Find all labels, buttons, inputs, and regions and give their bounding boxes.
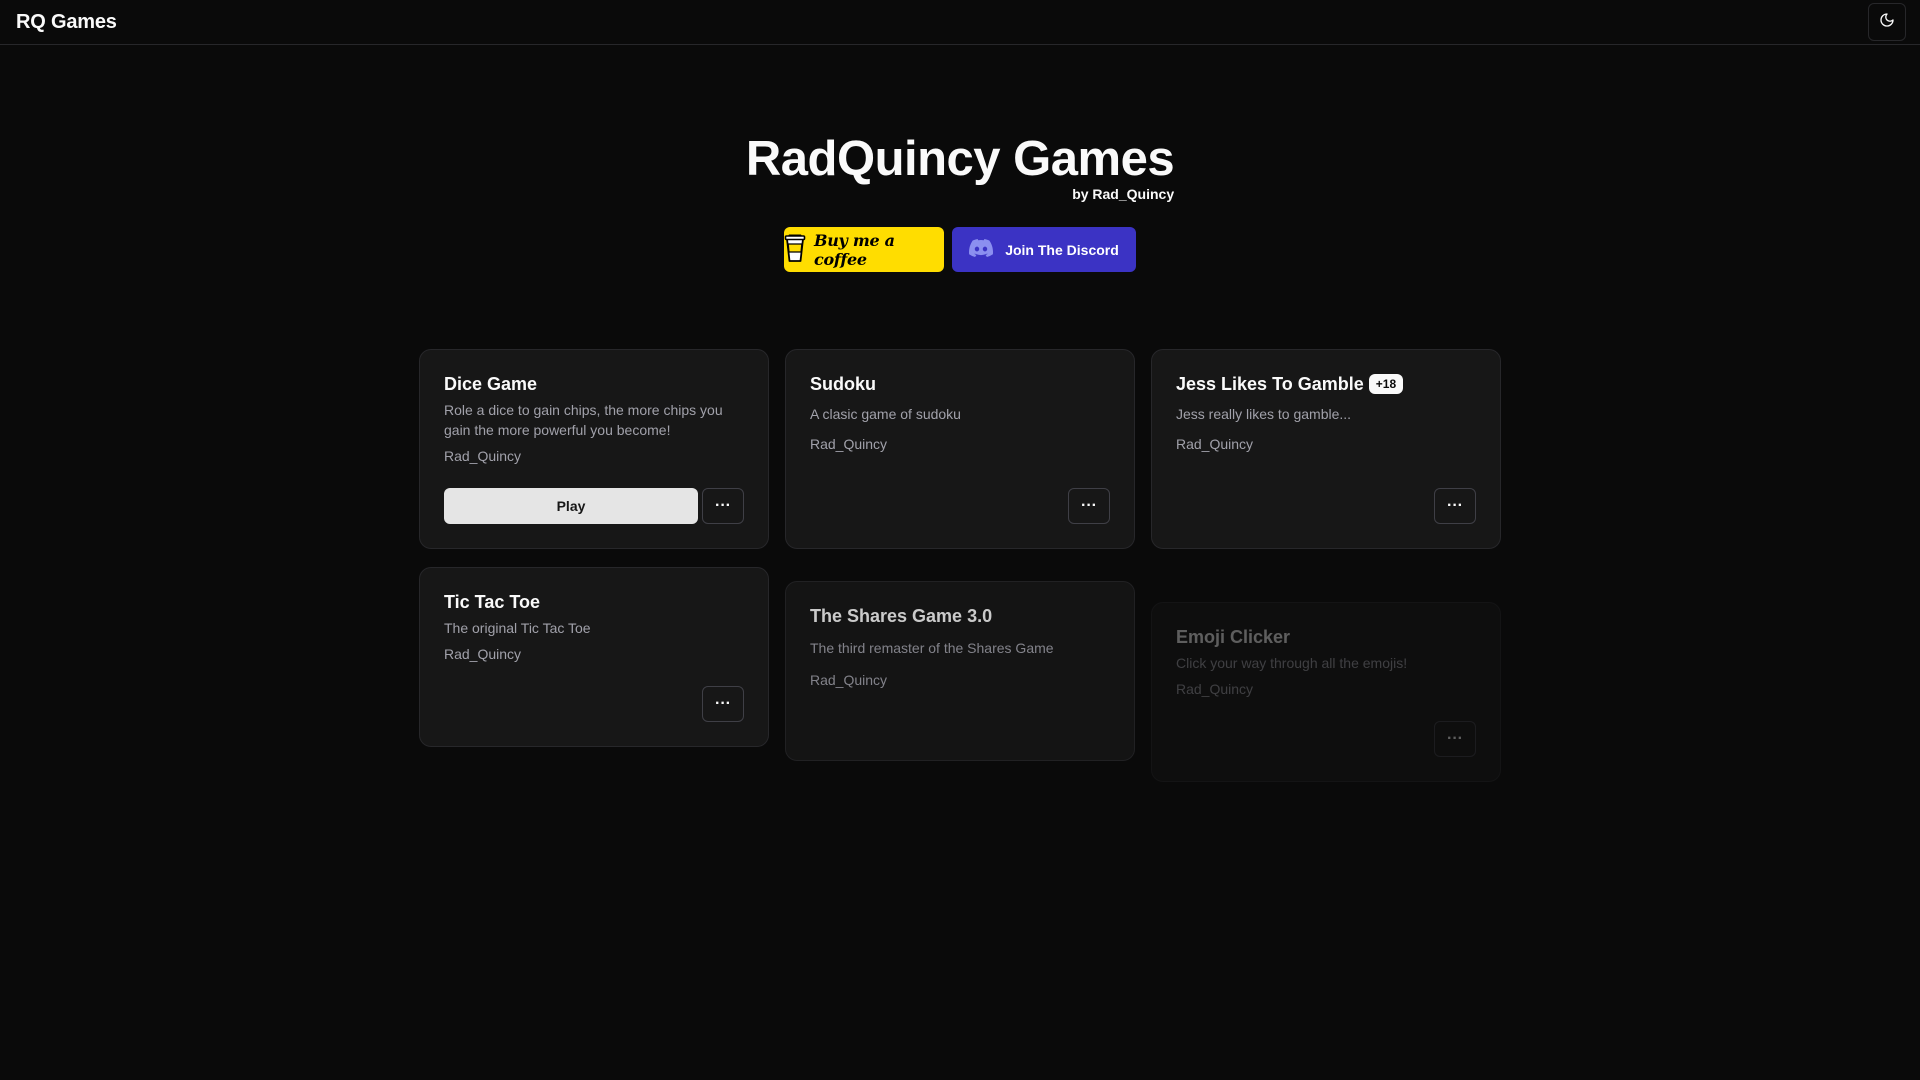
game-title: Emoji Clicker: [1176, 627, 1291, 647]
game-author: Rad_Quincy: [1176, 436, 1254, 452]
game-card-jess-likes-to-gamble: Jess Likes To Gamble +18 Jess really lik…: [1151, 349, 1501, 549]
discord-button-label: Join The Discord: [1005, 241, 1119, 258]
game-author: Rad_Quincy: [810, 672, 888, 688]
hero: RadQuincy Games by Rad_Quincy Buy me a c…: [0, 128, 1920, 272]
game-card-sudoku: Sudoku A clasic game of sudoku Rad_Quinc…: [785, 349, 1135, 549]
game-author: Rad_Quincy: [1176, 681, 1254, 697]
brand-logo[interactable]: RQ Games: [16, 11, 117, 34]
coffee-button-label: Buy me a coffee: [814, 230, 895, 269]
discord-icon: [969, 239, 994, 260]
play-button[interactable]: Play: [444, 488, 698, 524]
game-author: Rad_Quincy: [444, 448, 522, 464]
game-card-tic-tac-toe: Tic Tac Toe The original Tic Tac Toe Rad…: [419, 567, 769, 747]
coffee-cup-icon: [784, 233, 806, 267]
game-title: Sudoku: [810, 374, 876, 394]
more-options-button[interactable]: ···: [702, 488, 744, 524]
game-description: Click your way through all the emojis!: [1176, 655, 1408, 671]
buy-me-a-coffee-button[interactable]: Buy me a coffee: [784, 227, 944, 272]
top-navbar: RQ Games: [0, 0, 1920, 45]
game-title-row: Jess Likes To Gamble +18: [1176, 372, 1476, 396]
join-discord-button[interactable]: Join The Discord: [952, 227, 1136, 272]
more-options-button[interactable]: ···: [1434, 721, 1476, 757]
game-title: The Shares Game 3.0: [810, 606, 993, 626]
more-options-button[interactable]: ···: [1434, 488, 1476, 524]
game-description: Role a dice to gain chips, the more chip…: [444, 402, 723, 438]
moon-icon: [1879, 12, 1895, 33]
game-title: Tic Tac Toe: [444, 592, 541, 612]
game-card-emoji-clicker: Emoji Clicker Click your way through all…: [1151, 602, 1501, 782]
theme-toggle-button[interactable]: [1868, 3, 1906, 41]
game-author: Rad_Quincy: [444, 646, 522, 662]
page-subtitle: by Rad_Quincy: [1072, 186, 1175, 202]
game-description: Jess really likes to gamble...: [1176, 406, 1352, 422]
game-title: Jess Likes To Gamble: [1176, 374, 1364, 394]
more-options-button[interactable]: ···: [702, 686, 744, 722]
game-title: Dice Game: [444, 374, 538, 394]
page-title: RadQuincy Games: [745, 132, 1175, 186]
game-author: Rad_Quincy: [810, 436, 888, 452]
game-card-shares-game: The Shares Game 3.0 The third remaster o…: [785, 581, 1135, 761]
game-description: The original Tic Tac Toe: [444, 620, 591, 636]
game-card-dice-game: Dice Game Role a dice to gain chips, the…: [419, 349, 769, 549]
game-description: A clasic game of sudoku: [810, 406, 961, 422]
more-options-button[interactable]: ···: [1068, 488, 1110, 524]
game-description: The third remaster of the Shares Game: [810, 640, 1054, 656]
age-badge: +18: [1368, 374, 1404, 394]
